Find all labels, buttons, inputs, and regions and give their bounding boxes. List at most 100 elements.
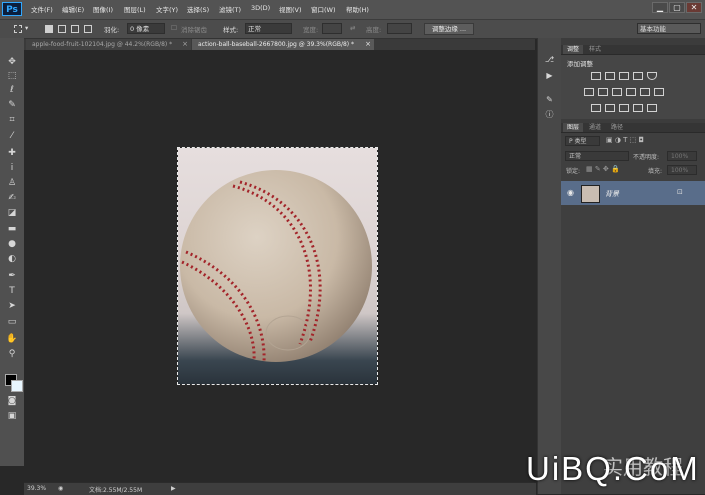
tab-adjustments[interactable]: 调整 bbox=[563, 45, 584, 54]
tab-paths[interactable]: 路径 bbox=[607, 123, 627, 132]
photo-filter-icon[interactable] bbox=[626, 88, 636, 96]
maximize-button[interactable]: ▢ bbox=[669, 2, 685, 13]
layer-row-background[interactable]: ◉ 背景 ⊡ bbox=[561, 181, 705, 205]
menu-help[interactable]: 帮助(H) bbox=[346, 4, 369, 14]
color-lookup-icon[interactable] bbox=[654, 88, 664, 96]
status-bar: 39.3% ◉ 文档:2.55M/2.55M ▶ bbox=[24, 482, 536, 495]
eyedropper-tool-icon[interactable]: ⁄ bbox=[5, 130, 19, 142]
quick-select-tool-icon[interactable]: ✎ bbox=[5, 99, 19, 111]
gradient-map-icon[interactable] bbox=[633, 104, 643, 112]
chevron-down-icon[interactable]: ▾ bbox=[25, 24, 28, 32]
dodge-tool-icon[interactable]: ◐ bbox=[5, 253, 19, 265]
levels-icon[interactable] bbox=[605, 72, 615, 80]
tab-styles[interactable]: 样式 bbox=[585, 45, 605, 54]
lock-icons[interactable]: ▦ ✎ ✥ 🔒 bbox=[586, 165, 620, 173]
close-icon[interactable]: × bbox=[365, 39, 371, 50]
checkbox-icon[interactable]: ☐ bbox=[171, 24, 177, 32]
stamp-tool-icon[interactable]: ♙ bbox=[5, 177, 19, 189]
brush-panel-icon[interactable]: ✎ bbox=[543, 94, 556, 106]
subtract-selection-icon[interactable] bbox=[71, 25, 79, 33]
refine-edge-button[interactable]: 调整边缘 ... bbox=[424, 23, 474, 35]
hand-tool-icon[interactable]: ✋ bbox=[5, 333, 19, 345]
menu-filter[interactable]: 滤镜(T) bbox=[219, 4, 241, 14]
channel-mixer-icon[interactable] bbox=[640, 88, 650, 96]
eraser-tool-icon[interactable]: ◪ bbox=[5, 207, 19, 219]
height-input[interactable] bbox=[387, 23, 412, 34]
swap-icon[interactable]: ⇄ bbox=[350, 24, 355, 32]
feather-input[interactable]: 0 像素 bbox=[127, 23, 165, 34]
brush-tool-icon[interactable]: ⅰ bbox=[5, 162, 19, 174]
menu-view[interactable]: 视图(V) bbox=[279, 4, 302, 14]
intersect-selection-icon[interactable] bbox=[84, 25, 92, 33]
path-select-tool-icon[interactable]: ➤ bbox=[5, 300, 19, 312]
baseball-image bbox=[180, 170, 372, 363]
filter-icons[interactable]: ▣ ◑ T ⬚ ◘ bbox=[606, 136, 644, 144]
vibrance-icon[interactable] bbox=[647, 72, 657, 80]
posterize-icon[interactable] bbox=[605, 104, 615, 112]
tab-channels[interactable]: 通道 bbox=[585, 123, 605, 132]
black-white-icon[interactable] bbox=[612, 88, 622, 96]
lasso-tool-icon[interactable]: ℓ bbox=[5, 84, 19, 96]
hue-saturation-icon[interactable] bbox=[584, 88, 594, 96]
fill-input[interactable]: 100% bbox=[667, 165, 697, 175]
opacity-input[interactable]: 100% bbox=[667, 151, 697, 161]
layer-name[interactable]: 背景 bbox=[605, 189, 619, 199]
screen-mode-icon[interactable]: ▣ bbox=[5, 410, 19, 422]
brightness-icon[interactable] bbox=[591, 72, 601, 80]
menu-layer[interactable]: 图层(L) bbox=[124, 4, 146, 14]
document-image[interactable] bbox=[177, 147, 378, 385]
width-input[interactable] bbox=[322, 23, 342, 34]
healing-tool-icon[interactable]: ✚ bbox=[5, 147, 19, 159]
selective-color-icon[interactable] bbox=[647, 104, 657, 112]
blur-tool-icon[interactable]: ● bbox=[5, 238, 19, 250]
status-arrow-icon[interactable]: ▶ bbox=[171, 485, 176, 492]
menu-bar: Ps 文件(F) 编辑(E) 图像(I) 图层(L) 文字(Y) 选择(S) 滤… bbox=[0, 0, 705, 20]
tab-layers[interactable]: 图层 bbox=[563, 123, 584, 132]
menu-select[interactable]: 选择(S) bbox=[187, 4, 209, 14]
zoom-tool-icon[interactable]: ⚲ bbox=[5, 348, 19, 360]
type-tool-icon[interactable]: T bbox=[5, 285, 19, 297]
style-select[interactable]: 正常 bbox=[245, 23, 292, 34]
new-selection-icon[interactable] bbox=[45, 25, 53, 33]
tab-baseball[interactable]: action-ball-baseball-2667800.jpg @ 39.3%… bbox=[192, 39, 374, 50]
layer-thumbnail bbox=[581, 185, 600, 203]
invert-icon[interactable] bbox=[591, 104, 601, 112]
opacity-label: 不透明度: bbox=[633, 154, 660, 161]
close-button[interactable]: ✕ bbox=[686, 2, 702, 13]
minimize-button[interactable]: ▁ bbox=[652, 2, 668, 13]
zoom-level[interactable]: 39.3% bbox=[27, 485, 46, 492]
curves-icon[interactable] bbox=[619, 72, 629, 80]
color-balance-icon[interactable] bbox=[598, 88, 608, 96]
rect-marquee-icon[interactable] bbox=[14, 25, 22, 33]
exposure-icon[interactable] bbox=[633, 72, 643, 80]
info-panel-icon[interactable]: ⓘ bbox=[543, 109, 556, 121]
menu-window[interactable]: 窗口(W) bbox=[311, 4, 336, 14]
add-selection-icon[interactable] bbox=[58, 25, 66, 33]
history-panel-icon[interactable]: ⎇ bbox=[543, 54, 556, 66]
layer-filter-select[interactable]: P 类型 bbox=[565, 136, 600, 146]
menu-edit[interactable]: 编辑(E) bbox=[62, 4, 84, 14]
crop-tool-icon[interactable]: ⌗ bbox=[5, 114, 19, 126]
tab-apple-food[interactable]: apple-food-fruit-102104.jpg @ 44.2%(RGB/… bbox=[26, 39, 191, 50]
history-brush-tool-icon[interactable]: ✍ bbox=[5, 192, 19, 204]
blend-mode-select[interactable]: 正常 bbox=[565, 151, 629, 161]
workspace-select[interactable]: 基本功能 bbox=[637, 23, 701, 34]
menu-file[interactable]: 文件(F) bbox=[31, 4, 53, 14]
quick-mask-icon[interactable]: ◙ bbox=[5, 395, 19, 407]
background-color-swatch[interactable] bbox=[11, 380, 23, 392]
menu-type[interactable]: 文字(Y) bbox=[156, 4, 178, 14]
tab-label: action-ball-baseball-2667800.jpg @ 39.3%… bbox=[198, 41, 355, 48]
threshold-icon[interactable] bbox=[619, 104, 629, 112]
status-menu-icon[interactable]: ◉ bbox=[58, 485, 63, 492]
gradient-tool-icon[interactable]: ▬ bbox=[5, 223, 19, 235]
shape-tool-icon[interactable]: ▭ bbox=[5, 316, 19, 328]
marquee-tool-icon[interactable]: ⬚ bbox=[5, 70, 19, 82]
eye-icon[interactable]: ◉ bbox=[567, 188, 574, 197]
menu-image[interactable]: 图像(I) bbox=[93, 4, 113, 14]
close-icon[interactable]: × bbox=[182, 39, 188, 50]
menu-3d[interactable]: 3D(D) bbox=[251, 4, 270, 12]
move-tool-icon[interactable]: ✥ bbox=[5, 56, 19, 68]
actions-panel-icon[interactable]: ▶ bbox=[543, 70, 556, 82]
pen-tool-icon[interactable]: ✒ bbox=[5, 270, 19, 282]
document-tabs: apple-food-fruit-102104.jpg @ 44.2%(RGB/… bbox=[24, 39, 535, 50]
